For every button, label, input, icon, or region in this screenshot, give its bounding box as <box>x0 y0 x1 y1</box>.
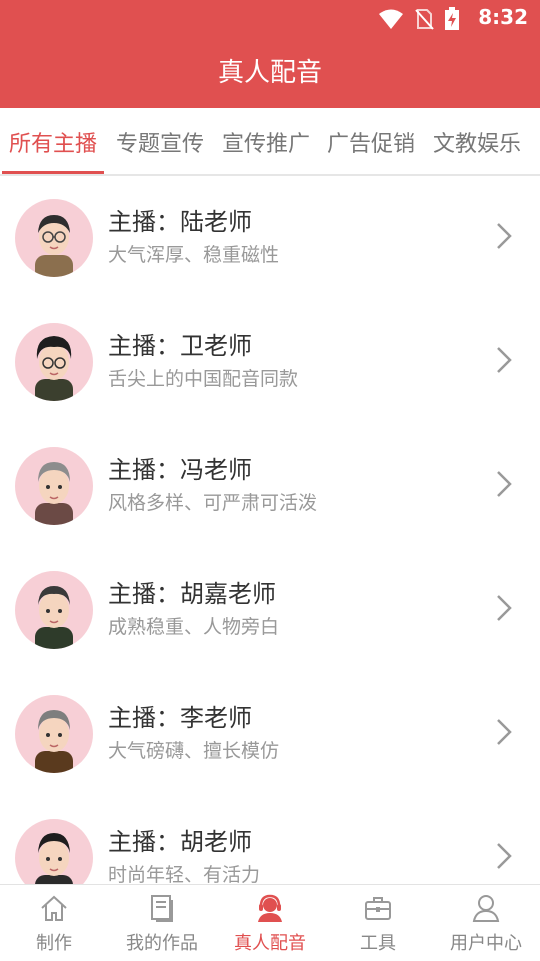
chevron-right-icon <box>497 471 512 497</box>
list-item[interactable]: 主播：李老师 大气磅礴、擅长模仿 <box>0 672 540 797</box>
anchor-description: 时尚年轻、有活力 <box>108 864 261 884</box>
battery-charging-icon <box>445 7 459 30</box>
avatar <box>15 695 93 773</box>
nav-label: 真人配音 <box>234 933 306 954</box>
avatar <box>15 447 93 525</box>
active-tab-indicator <box>2 171 104 174</box>
nav-user-center[interactable]: 用户中心 <box>432 885 540 961</box>
chevron-right-icon <box>497 595 512 621</box>
nav-label: 我的作品 <box>126 933 198 954</box>
status-time: 8:32 <box>478 5 528 29</box>
anchor-description: 成熟稳重、人物旁白 <box>108 616 280 638</box>
nav-label: 用户中心 <box>450 933 522 954</box>
tab-promotion[interactable]: 宣传推广 <box>222 126 310 158</box>
list-item[interactable]: 主播：冯老师 风格多样、可严肃可活泼 <box>0 424 540 549</box>
nav-my-works[interactable]: 我的作品 <box>108 885 216 961</box>
wifi-icon <box>379 9 403 29</box>
chevron-right-icon <box>497 347 512 373</box>
page-title: 真人配音 <box>217 58 322 88</box>
anchor-name: 主播：冯老师 <box>108 456 252 484</box>
nav-voice-actors[interactable]: 真人配音 <box>216 885 324 961</box>
bottom-navigation: 制作 我的作品 真人配音 工具 用户中心 <box>0 884 540 961</box>
tab-special-promo[interactable]: 专题宣传 <box>116 126 204 158</box>
avatar <box>15 199 93 277</box>
anchor-name: 主播：胡嘉老师 <box>108 580 276 608</box>
status-bar: 8:32 <box>0 0 540 36</box>
list-item[interactable]: 主播：卫老师 舌尖上的中国配音同款 <box>0 300 540 425</box>
avatar <box>15 571 93 649</box>
anchor-name: 主播：卫老师 <box>108 332 252 360</box>
chevron-right-icon <box>497 719 512 745</box>
avatar <box>15 323 93 401</box>
status-icons <box>378 7 460 31</box>
tab-all-anchors[interactable]: 所有主播 <box>9 126 97 158</box>
document-icon <box>151 895 173 922</box>
nav-make[interactable]: 制作 <box>0 885 108 961</box>
category-tabs: 所有主播 专题宣传 宣传推广 广告促销 文教娱乐 <box>0 108 540 176</box>
home-icon <box>41 895 67 921</box>
anchor-name: 主播：陆老师 <box>108 208 252 236</box>
no-sim-icon <box>415 9 434 30</box>
chevron-right-icon <box>497 843 512 869</box>
nav-tools[interactable]: 工具 <box>324 885 432 961</box>
user-icon <box>472 895 500 922</box>
list-item[interactable]: 主播：胡老师 时尚年轻、有活力 <box>0 796 540 884</box>
anchor-description: 大气浑厚、稳重磁性 <box>108 244 280 266</box>
anchor-name: 主播：胡老师 <box>108 828 252 856</box>
nav-label: 工具 <box>360 933 396 954</box>
anchor-list: 主播：陆老师 大气浑厚、稳重磁性 主播：卫老师 舌尖上的中国配音同款 主播：冯老… <box>0 176 540 884</box>
chevron-right-icon <box>497 223 512 249</box>
headset-person-icon <box>258 894 282 922</box>
list-item[interactable]: 主播：陆老师 大气浑厚、稳重磁性 <box>0 176 540 301</box>
anchor-description: 大气磅礴、擅长模仿 <box>108 740 280 762</box>
anchor-name: 主播：李老师 <box>108 704 252 732</box>
anchor-description: 风格多样、可严肃可活泼 <box>108 492 318 514</box>
nav-label: 制作 <box>36 933 72 954</box>
tab-culture-entertainment[interactable]: 文教娱乐 <box>433 126 521 158</box>
list-item[interactable]: 主播：胡嘉老师 成熟稳重、人物旁白 <box>0 548 540 673</box>
header-bar: 8:32 真人配音 <box>0 0 540 108</box>
anchor-description: 舌尖上的中国配音同款 <box>108 368 299 390</box>
toolbox-icon <box>365 897 391 920</box>
avatar <box>15 819 93 884</box>
tab-ad-sales[interactable]: 广告促销 <box>327 126 415 158</box>
